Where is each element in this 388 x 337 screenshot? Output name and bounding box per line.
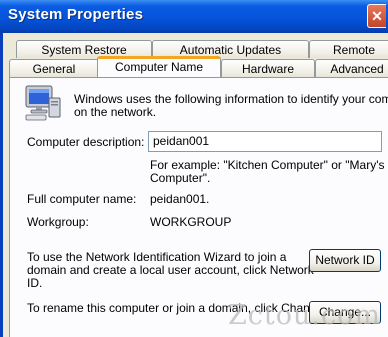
wizard-text-line-1: To use the Network Identification Wizard… <box>27 250 287 264</box>
system-properties-window: System Properties ✕ System Restore Autom… <box>0 0 388 337</box>
tab-panel-computer-name <box>9 77 388 337</box>
computer-description-label: Computer description: <box>27 135 145 149</box>
tab-hardware[interactable]: Hardware <box>221 59 315 77</box>
title-bar[interactable]: System Properties ✕ <box>0 0 388 33</box>
watermark-text: Zctou.com <box>228 300 381 331</box>
example-hint-line-1: For example: "Kitchen Computer" or "Mary… <box>150 158 385 172</box>
intro-text-line-1: Windows uses the following information t… <box>74 92 388 106</box>
example-hint-line-2: Computer". <box>150 171 211 185</box>
tab-advanced[interactable]: Advanced <box>315 59 388 77</box>
workgroup-label: Workgroup: <box>27 215 89 229</box>
wizard-text-line-2: domain and create a local user account, … <box>27 263 314 277</box>
close-button[interactable]: ✕ <box>367 4 386 28</box>
wizard-text-line-3: ID. <box>27 276 43 290</box>
tab-general[interactable]: General <box>9 59 99 77</box>
computer-monitor-icon <box>22 84 64 122</box>
window-left-border <box>0 33 3 337</box>
tab-computer-name[interactable]: Computer Name <box>97 56 221 77</box>
full-computer-name-label: Full computer name: <box>27 192 137 206</box>
workgroup-value: WORKGROUP <box>150 215 232 229</box>
intro-text-line-2: on the network. <box>74 105 157 119</box>
computer-description-input[interactable]: peidan001 <box>148 131 382 152</box>
network-id-button[interactable]: Network ID <box>309 249 381 272</box>
tab-remote[interactable]: Remote <box>309 40 388 58</box>
window-title: System Properties <box>8 6 144 23</box>
full-computer-name-value: peidan001. <box>150 192 210 206</box>
